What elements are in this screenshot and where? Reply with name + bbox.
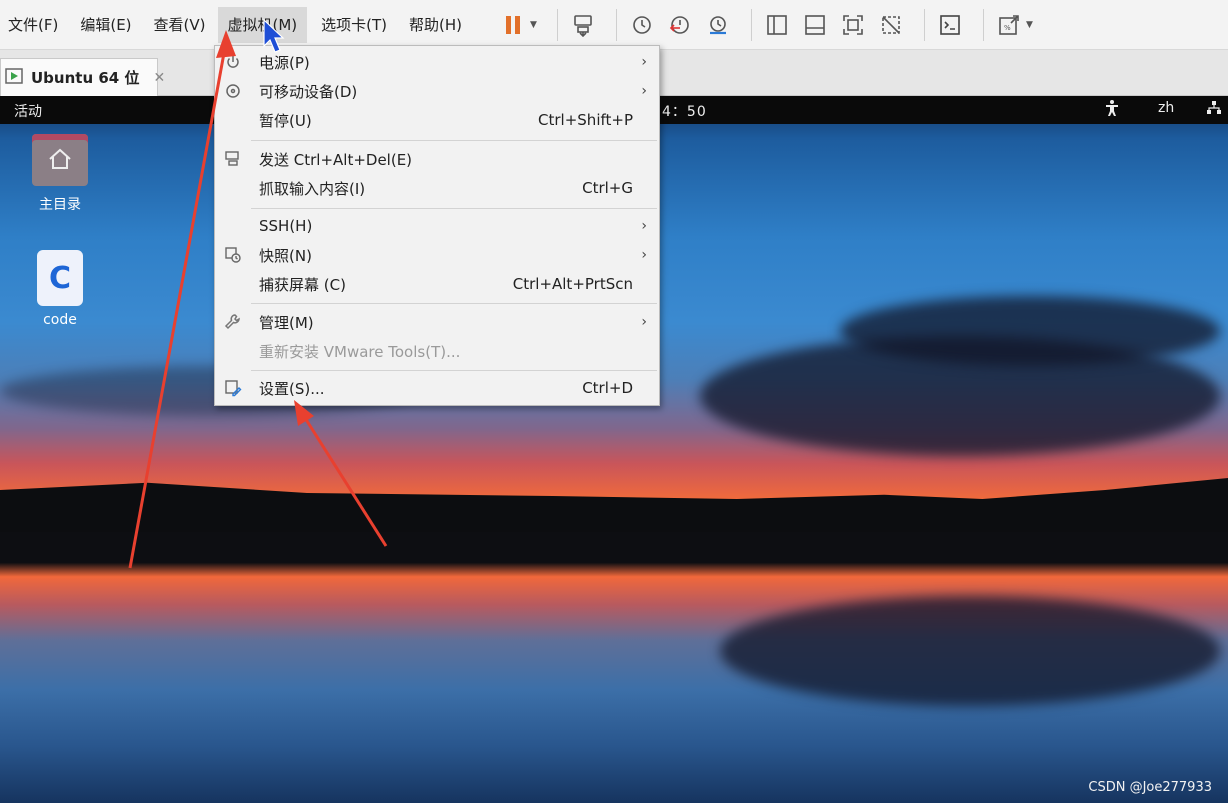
toolbar-separator xyxy=(615,8,617,41)
vm-menu-dropdown: 电源(P) › 可移动设备(D) › 暂停(U) Ctrl+Shift+P 发送… xyxy=(214,45,660,406)
toolbar-separator xyxy=(982,8,984,41)
network-icon[interactable] xyxy=(1206,99,1222,121)
send-keys-icon xyxy=(223,149,243,169)
submenu-chevron-icon: › xyxy=(641,247,647,263)
menu-item-label: 暂停(U) xyxy=(259,111,312,130)
menu-item-send-ctrl-alt-del[interactable]: 发送 Ctrl+Alt+Del(E) xyxy=(215,145,659,173)
menu-item-label: 捕获屏幕 (C) xyxy=(259,275,346,294)
menu-item-shortcut: Ctrl+G xyxy=(582,179,633,197)
menu-item-label: 管理(M) xyxy=(259,313,314,332)
activities-button[interactable]: 活动 xyxy=(14,101,42,121)
submenu-chevron-icon: › xyxy=(641,218,647,234)
toolbar-separator xyxy=(923,8,925,41)
show-library-icon[interactable] xyxy=(762,10,792,40)
accessibility-icon[interactable] xyxy=(1104,99,1120,121)
menu-item-label: 设置(S)... xyxy=(259,379,325,398)
desktop-icon-label: 主目录 xyxy=(39,197,81,213)
menu-item-label: 可移动设备(D) xyxy=(259,82,358,101)
menu-tabs[interactable]: 选项卡(T) xyxy=(317,7,391,43)
snapshot-icon[interactable] xyxy=(627,10,657,40)
stretch-dropdown-icon[interactable]: ▼ xyxy=(1026,20,1033,30)
menu-item-capture-screen[interactable]: 捕获屏幕 (C) Ctrl+Alt+PrtScn xyxy=(215,270,659,298)
menu-separator xyxy=(251,303,657,304)
submenu-chevron-icon: › xyxy=(641,54,647,70)
menu-item-removable-devices[interactable]: 可移动设备(D) › xyxy=(215,77,659,105)
desktop-code-file[interactable]: C code xyxy=(15,250,105,328)
menu-separator xyxy=(251,140,657,141)
menu-separator xyxy=(251,208,657,209)
pause-icon[interactable] xyxy=(498,10,528,40)
desktop-home-folder[interactable]: 主目录 xyxy=(15,134,105,214)
menu-item-snapshot[interactable]: 快照(N) › xyxy=(215,241,659,269)
home-folder-icon xyxy=(32,134,88,186)
submenu-chevron-icon: › xyxy=(641,83,647,99)
toolbar-separator xyxy=(750,8,752,41)
vm-running-icon xyxy=(5,66,25,90)
menu-item-ssh[interactable]: SSH(H) › xyxy=(215,212,659,240)
clock[interactable]: 4：50 xyxy=(662,101,707,121)
menu-item-label: 发送 Ctrl+Alt+Del(E) xyxy=(259,150,413,169)
menu-item-manage[interactable]: 管理(M) › xyxy=(215,308,659,336)
menubar: 文件(F) 编辑(E) 查看(V) 虚拟机(M) 选项卡(T) 帮助(H) ▼ … xyxy=(0,0,1228,50)
submenu-chevron-icon: › xyxy=(641,314,647,330)
menu-item-label: 电源(P) xyxy=(259,53,310,72)
settings-icon xyxy=(223,378,243,398)
menu-vm[interactable]: 虚拟机(M) xyxy=(217,6,308,43)
menu-item-label: SSH(H) xyxy=(259,217,313,235)
tab-ubuntu-64[interactable]: Ubuntu 64 位 ✕ xyxy=(0,58,165,96)
input-language[interactable]: zh xyxy=(1158,100,1174,116)
tab-label: Ubuntu 64 位 xyxy=(31,69,140,87)
menu-item-pause[interactable]: 暂停(U) Ctrl+Shift+P xyxy=(215,106,659,134)
power-icon xyxy=(223,52,243,72)
menu-item-label: 抓取输入内容(I) xyxy=(259,179,366,198)
stretch-guest-icon[interactable]: % xyxy=(994,10,1024,40)
menu-item-grab-input[interactable]: 抓取输入内容(I) Ctrl+G xyxy=(215,174,659,202)
thumbnail-bar-icon[interactable] xyxy=(800,10,830,40)
menu-help[interactable]: 帮助(H) xyxy=(405,7,466,43)
menu-item-label: 重新安装 VMware Tools(T)... xyxy=(259,342,461,361)
menu-item-shortcut: Ctrl+Alt+PrtScn xyxy=(512,275,633,293)
wallpaper-reflection xyxy=(720,596,1220,706)
toolbar-separator xyxy=(556,8,558,41)
snapshot-manager-icon[interactable] xyxy=(703,10,733,40)
pause-dropdown-icon[interactable]: ▼ xyxy=(530,20,537,30)
wallpaper-cloud xyxy=(840,296,1220,366)
menu-edit[interactable]: 编辑(E) xyxy=(76,7,135,43)
unity-icon[interactable] xyxy=(876,10,906,40)
console-view-icon[interactable] xyxy=(935,10,965,40)
menu-item-shortcut: Ctrl+D xyxy=(582,379,633,397)
svg-text:%: % xyxy=(1004,24,1011,32)
send-keys-icon[interactable] xyxy=(568,10,598,40)
menu-item-settings[interactable]: 设置(S)... Ctrl+D xyxy=(215,374,659,402)
menu-view[interactable]: 查看(V) xyxy=(150,7,210,43)
code-file-icon: C xyxy=(37,250,83,306)
fullscreen-icon[interactable] xyxy=(838,10,868,40)
menu-separator xyxy=(251,370,657,371)
menu-item-reinstall-vmware-tools: 重新安装 VMware Tools(T)... xyxy=(215,337,659,365)
wrench-icon xyxy=(223,312,243,332)
desktop-icon-label: code xyxy=(43,312,77,328)
watermark: CSDN @Joe277933 xyxy=(1088,780,1212,795)
close-icon[interactable]: ✕ xyxy=(153,70,165,86)
snapshot-icon xyxy=(223,245,243,265)
revert-snapshot-icon[interactable] xyxy=(665,10,695,40)
menu-item-power[interactable]: 电源(P) › xyxy=(215,48,659,76)
menu-file[interactable]: 文件(F) xyxy=(4,7,62,43)
removable-devices-icon xyxy=(223,81,243,101)
menu-item-shortcut: Ctrl+Shift+P xyxy=(538,111,633,129)
menu-item-label: 快照(N) xyxy=(259,246,312,265)
